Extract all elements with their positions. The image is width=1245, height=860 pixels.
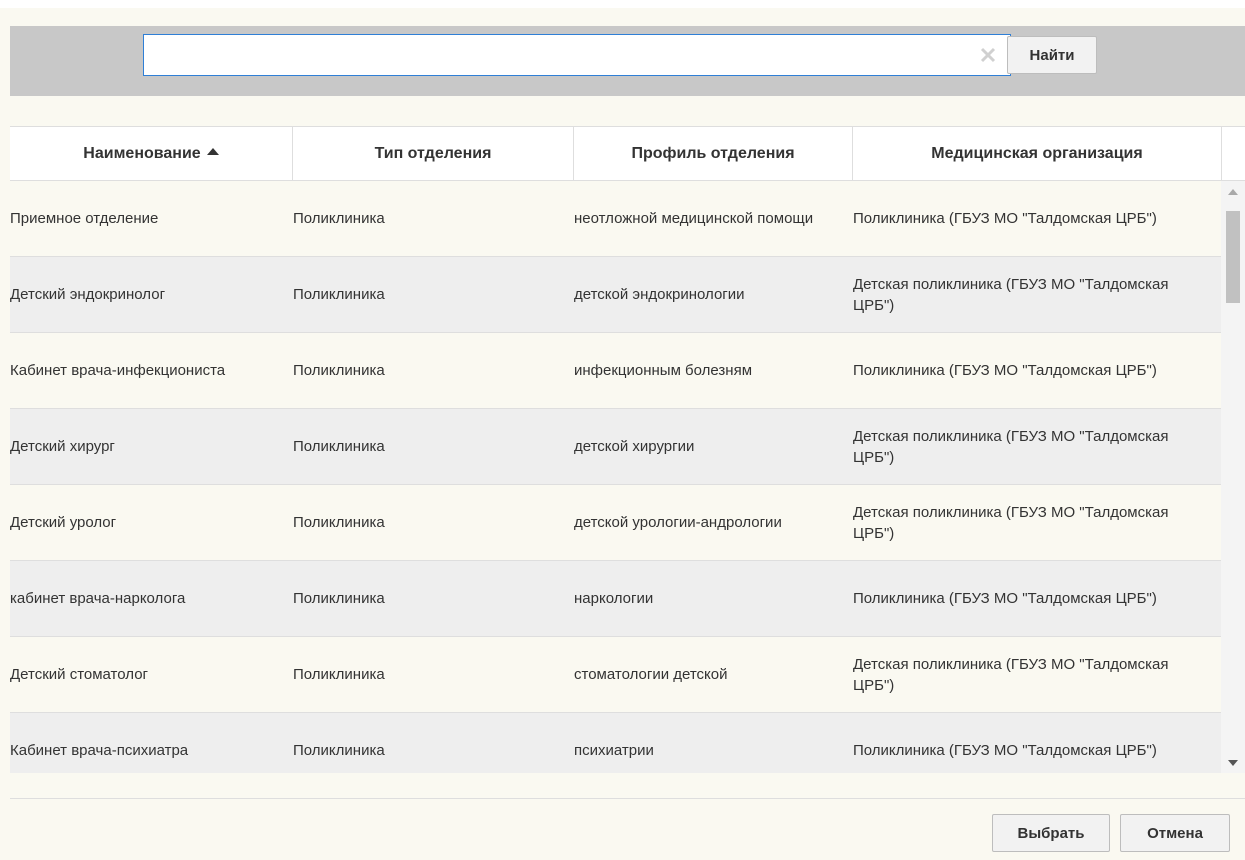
cell-type: Поликлиника [293,210,385,227]
table-row[interactable]: Кабинет врача-психиатра Поликлиника психиа… [10,713,1221,773]
cell-organization: Детская поликлиника (ГБУЗ МО "Талдомская… [853,275,1169,314]
scroll-thumb[interactable] [1226,211,1240,303]
cell-type: Поликлиника [293,438,385,455]
cell-profile: наркологии [574,590,654,607]
find-button[interactable]: Найти [1007,36,1097,74]
cell-name: Детский уролог [10,514,117,531]
cell-profile: инфекционным болезням [574,362,753,379]
top-strip [0,0,1245,8]
footer-divider [10,798,1245,799]
cell-type: Поликлиника [293,286,385,303]
search-field[interactable] [143,34,1011,76]
table-body: Приемное отделение Поликлиника неотложной … [10,181,1221,773]
table-row[interactable]: Детский уролог Поликлиника детской урологи… [10,485,1221,561]
cell-type: Поликлиника [293,590,385,607]
column-header-profile[interactable]: Профиль отделения [574,127,853,180]
table-row[interactable]: Детский эндокринолог Поликлиника детской э… [10,257,1221,333]
cell-profile: детской хирургии [574,438,695,455]
cell-type: Поликлиника [293,742,385,759]
cell-organization: Детская поликлиника (ГБУЗ МО "Талдомская… [853,427,1169,466]
cell-profile: неотложной медицинской помощи [574,210,814,227]
cell-type: Поликлиника [293,362,385,379]
cell-organization: Детская поликлиника (ГБУЗ МО "Талдомская… [853,503,1169,542]
cell-name: кабинет врача-нарколога [10,590,186,607]
select-button[interactable]: Выбрать [992,814,1110,852]
table-header: Наименование Тип отделения Профиль отдел… [10,127,1245,181]
sort-ascending-icon [206,148,219,155]
cell-organization: Поликлиника (ГБУЗ МО "Талдомская ЦРБ") [853,742,1157,759]
table-row[interactable]: Приемное отделение Поликлиника неотложной … [10,181,1221,257]
cell-profile: детской урологии-андрологии [574,514,782,531]
search-bar: Найти [10,26,1245,96]
clear-icon[interactable] [978,45,998,65]
cell-profile: стоматологии детской [574,666,728,683]
cell-name: Детский эндокринолог [10,286,166,303]
column-header-organization[interactable]: Медицинская организация [853,127,1222,180]
cell-organization: Поликлиника (ГБУЗ МО "Талдомская ЦРБ") [853,210,1157,227]
cell-name: Детский стоматолог [10,666,149,683]
table-row[interactable]: Кабинет врача-инфекциониста Поликлиника ин… [10,333,1221,409]
cell-name: Приемное отделение [10,210,159,227]
cancel-button[interactable]: Отмена [1120,814,1230,852]
cell-type: Поликлиника [293,514,385,531]
cell-organization: Поликлиника (ГБУЗ МО "Талдомская ЦРБ") [853,362,1157,379]
table-row[interactable]: Детский стоматолог Поликлиника стоматологи… [10,637,1221,713]
cell-type: Поликлиника [293,666,385,683]
cell-organization: Детская поликлиника (ГБУЗ МО "Талдомская… [853,655,1169,694]
departments-table: Наименование Тип отделения Профиль отдел… [10,126,1245,773]
column-header-name[interactable]: Наименование [10,127,293,180]
cell-name: Кабинет врача-инфекциониста [10,362,226,379]
department-select-dialog: Найти Наименование Тип отделения Профиль… [0,0,1245,860]
cell-name: Кабинет врача-психиатра [10,742,189,759]
search-input[interactable] [144,35,964,75]
column-header-type[interactable]: Тип отделения [293,127,574,180]
scroll-up-arrow-icon[interactable] [1228,189,1238,195]
cell-profile: детской эндокринологии [574,286,745,303]
table-row[interactable]: Детский хирург Поликлиника детской хирурги… [10,409,1221,485]
scroll-down-arrow-icon[interactable] [1228,760,1238,766]
cell-organization: Поликлиника (ГБУЗ МО "Талдомская ЦРБ") [853,590,1157,607]
cell-name: Детский хирург [10,438,115,455]
column-header-label: Наименование [83,145,201,162]
vertical-scrollbar[interactable] [1221,181,1245,773]
cell-profile: психиатрии [574,742,654,759]
table-row[interactable]: кабинет врача-нарколога Поликлиника наркол… [10,561,1221,637]
